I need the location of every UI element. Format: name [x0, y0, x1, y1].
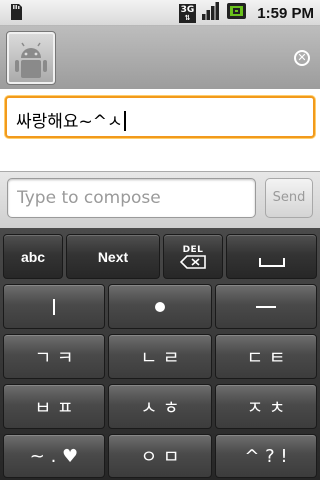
key-tilde-period-heart[interactable]: ~ . ♥: [3, 434, 105, 478]
abc-key[interactable]: abc: [3, 234, 63, 279]
space-key[interactable]: [226, 234, 317, 279]
next-key[interactable]: Next: [66, 234, 160, 279]
key-label: ㄴ ㄹ: [140, 347, 180, 369]
key-label: ㅅ ㅎ: [140, 397, 180, 419]
network-3g-icon: 3G ⇅: [178, 3, 197, 23]
key-label: ㄱ ㅋ: [34, 347, 74, 369]
sd-card-icon: [9, 3, 23, 25]
contact-avatar[interactable]: [6, 31, 56, 85]
key-siot-hieut[interactable]: ㅅ ㅎ: [108, 384, 212, 429]
key-bieup-pieup[interactable]: ㅂ ㅍ: [3, 384, 105, 429]
abc-key-label: abc: [20, 248, 46, 265]
key-vertical-stroke[interactable]: [3, 284, 105, 329]
key-label: ㄷ ㅌ: [246, 347, 286, 369]
korean-keyboard: abc Next DEL ㄱ ㅋ ㄴ ㄹ ㄷ ㅌ ㅂ ㅍ ㅅ ㅎ ㅈ ㅊ ~ .…: [0, 228, 320, 480]
signal-icon: [201, 1, 221, 25]
recipient-text: 싸랑해요~^ㅅ: [16, 112, 123, 132]
backspace-icon: [180, 254, 206, 269]
key-label: ㅈ ㅊ: [246, 397, 286, 419]
conversation-header: ✕: [0, 26, 320, 89]
delete-key-label: DEL: [182, 244, 204, 255]
battery-icon: [226, 1, 248, 25]
close-icon[interactable]: ✕: [294, 50, 310, 66]
key-digeut-tieut[interactable]: ㄷ ㅌ: [215, 334, 317, 379]
recipient-field[interactable]: 싸랑해요~^ㅅ: [5, 96, 315, 138]
horizontal-stroke-icon: [256, 305, 276, 308]
compose-input[interactable]: [7, 178, 256, 218]
vertical-stroke-icon: [53, 298, 55, 315]
key-caret-question-exclaim[interactable]: ^ ? !: [215, 434, 317, 478]
key-label: ~ . ♥: [29, 445, 79, 467]
key-label: ㅂ ㅍ: [34, 397, 74, 419]
key-jieut-chieut[interactable]: ㅈ ㅊ: [215, 384, 317, 429]
android-icon: [15, 42, 47, 78]
dot-icon: [155, 301, 165, 312]
key-label: ^ ? !: [244, 445, 288, 467]
key-label: ㅇ ㅁ: [140, 447, 180, 468]
delete-key[interactable]: DEL: [163, 234, 223, 279]
compose-bar: Send: [0, 171, 320, 229]
recipient-area: 싸랑해요~^ㅅ: [0, 89, 320, 171]
key-ieung-mieum[interactable]: ㅇ ㅁ: [108, 434, 212, 478]
space-icon: [258, 258, 285, 267]
next-key-label: Next: [97, 248, 129, 265]
key-nieun-rieul[interactable]: ㄴ ㄹ: [108, 334, 212, 379]
key-giyeok-kieuk[interactable]: ㄱ ㅋ: [3, 334, 105, 379]
status-bar: 3G ⇅ 1:59 PM: [0, 0, 320, 26]
clock: 1:59 PM: [257, 4, 314, 22]
send-button[interactable]: Send: [265, 178, 313, 218]
text-cursor: [123, 111, 126, 131]
key-horizontal-stroke[interactable]: [215, 284, 317, 329]
key-dot[interactable]: [108, 284, 212, 329]
network-type-label: 3G: [180, 4, 195, 15]
